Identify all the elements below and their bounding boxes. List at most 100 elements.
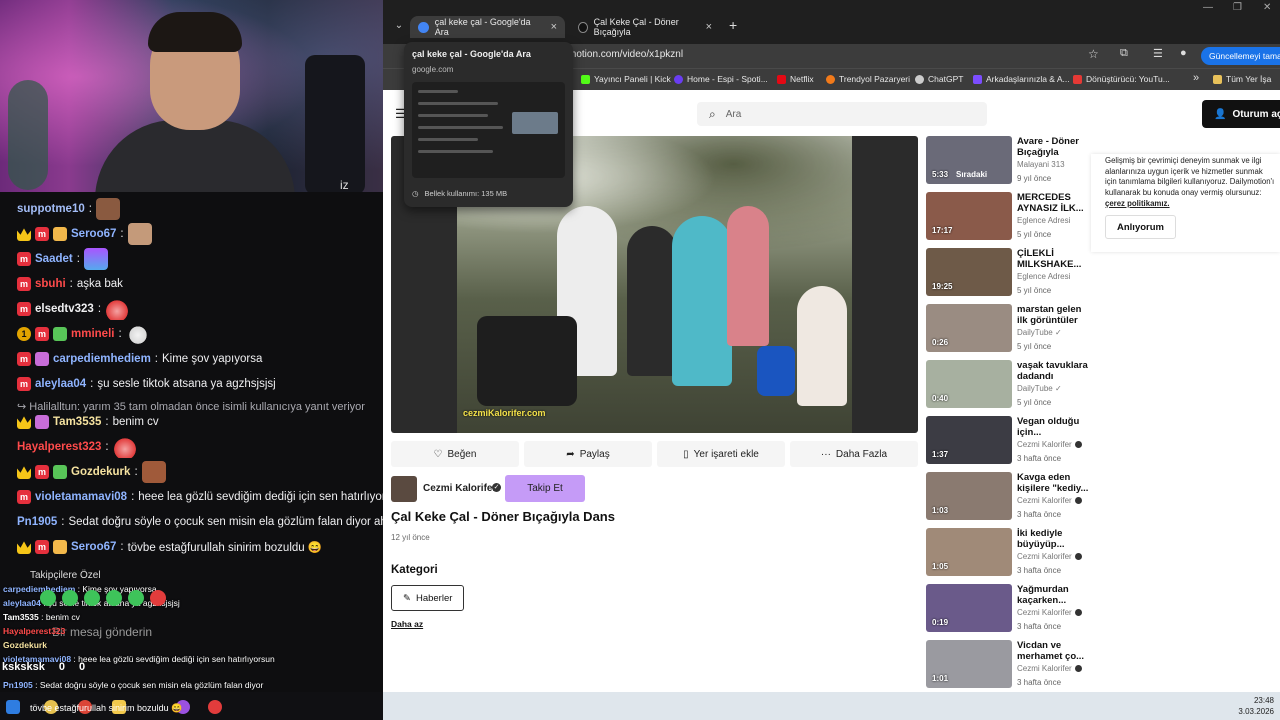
chat-username[interactable]: aleylaa04 — [35, 378, 86, 390]
new-tab-icon[interactable]: + — [729, 17, 737, 33]
related-video-item[interactable]: 0:26 marstan gelen ilk görüntüler DailyTub… — [926, 304, 1091, 354]
chat-username[interactable]: suppotme10 — [17, 203, 85, 215]
bookmark-converter[interactable]: Dönüştürücü: YouTu... — [1073, 74, 1170, 84]
related-video-item[interactable]: 1:37 Vegan olduğu için... Cezmi Kalorifer 3… — [926, 416, 1091, 466]
all-bookmarks[interactable]: Tüm Yer İşa — [1213, 74, 1271, 84]
video-duration: 1:37 — [932, 450, 949, 459]
show-less-link[interactable]: Daha az — [391, 619, 423, 629]
more-button[interactable]: ··· Daha Fazla — [790, 441, 918, 467]
chat-username[interactable]: Gozdekurk — [71, 466, 130, 478]
related-video-title[interactable]: ÇİLEKLİ MILKSHAKE... — [1017, 248, 1089, 270]
reading-list-icon[interactable]: ☰ — [1153, 47, 1163, 60]
preview-image — [512, 112, 558, 134]
bookmark-chatgpt[interactable]: ChatGPT — [915, 74, 963, 84]
related-video-title[interactable]: vaşak tavuklara dadandı — [1017, 360, 1089, 382]
related-video-thumbnail[interactable]: 19:25 — [926, 248, 1012, 296]
chat-username[interactable]: Hayalperest323 — [17, 441, 101, 453]
hover-card-domain: google.com — [412, 65, 454, 74]
related-video-thumbnail[interactable]: 5:33 Sıradaki — [926, 136, 1012, 184]
channel-avatar[interactable] — [391, 476, 417, 502]
related-video-title[interactable]: Yağmurdan kaçarken... — [1017, 584, 1089, 606]
search-input[interactable]: ⌕ Ara — [697, 102, 987, 126]
chat-username[interactable]: mmineli — [71, 328, 114, 340]
bookmark-kick[interactable]: Yayıncı Paneli | Kick — [581, 74, 671, 84]
chat-username[interactable]: Seroo67 — [71, 228, 116, 240]
url-field[interactable]: motion.com/video/x1pkznl — [568, 49, 683, 60]
more-icon: ··· — [820, 448, 831, 460]
close-window-icon[interactable]: ✕ — [1263, 2, 1271, 13]
related-video-channel[interactable]: Eglence Adresi — [1017, 216, 1070, 225]
related-video-title[interactable]: İki kediyle büyüyüp... — [1017, 528, 1089, 550]
chat-message-input[interactable]: Bir mesaj gönderin — [52, 625, 152, 639]
related-video-item[interactable]: 17:17 MERCEDES AYNASIZ İLK... Eglence Adre… — [926, 192, 1091, 242]
maximize-icon[interactable]: ❐ — [1233, 2, 1242, 13]
related-video-title[interactable]: Vegan olduğu için... — [1017, 416, 1089, 438]
bookmark-trendyol[interactable]: Trendyol Pazaryeri — [826, 74, 910, 84]
chat-username[interactable]: Saadet — [35, 253, 73, 265]
follow-button[interactable]: Takip Et — [505, 475, 585, 502]
cookie-accept-button[interactable]: Anlıyorum — [1105, 215, 1176, 239]
related-video-item[interactable]: 1:05 İki kediyle büyüyüp... Cezmi Kalorife… — [926, 528, 1091, 578]
related-video-channel[interactable]: Malayani 313 — [1017, 160, 1065, 169]
bookmark-button[interactable]: ▯ Yer işareti ekle — [657, 441, 785, 467]
related-video-title[interactable]: Avare - Döner Bıçağıyla Dans... — [1017, 136, 1089, 158]
share-button[interactable]: ➦ Paylaş — [524, 441, 652, 467]
related-video-thumbnail[interactable]: 17:17 — [926, 192, 1012, 240]
chat-username[interactable]: Seroo67 — [71, 541, 116, 553]
category-chip[interactable]: ✎ Haberler — [391, 585, 465, 611]
chat-username[interactable]: elsedtv323 — [35, 303, 94, 315]
chat-username[interactable]: Tam3535 — [53, 416, 101, 428]
related-video-title[interactable]: marstan gelen ilk görüntüler — [1017, 304, 1089, 326]
chat-username[interactable]: sbuhi — [35, 278, 66, 290]
related-video-item[interactable]: 1:03 Kavga eden kişilere "kediy... Cezmi K… — [926, 472, 1091, 522]
related-video-channel[interactable]: Cezmi Kalorifer — [1017, 664, 1082, 673]
bookmark-netflix[interactable]: Netflix — [777, 74, 814, 84]
related-video-title[interactable]: Vicdan ve merhamet ço... — [1017, 640, 1089, 662]
related-video-thumbnail[interactable]: 0:19 — [926, 584, 1012, 632]
chevron-down-icon[interactable]: ⌄ — [390, 17, 408, 35]
related-video-title[interactable]: Kavga eden kişilere "kediy... — [1017, 472, 1089, 494]
tab-dailymotion-video[interactable]: Çal Keke Çal - Döner Bıçağıyla × — [570, 16, 720, 38]
related-video-thumbnail[interactable]: 1:37 — [926, 416, 1012, 464]
related-video-item[interactable]: 0:19 Yağmurdan kaçarken... Cezmi Kalorifer… — [926, 584, 1091, 634]
related-video-thumbnail[interactable]: 0:40 — [926, 360, 1012, 408]
related-video-channel[interactable]: Cezmi Kalorifer — [1017, 440, 1082, 449]
chat-username[interactable]: Pn1905 — [17, 516, 57, 528]
tab-google-search[interactable]: çal keke çal - Google'da Ara × — [410, 16, 565, 38]
related-video-item[interactable]: 5:33 Sıradaki Avare - Döner Bıçağıyla Dans… — [926, 136, 1091, 186]
minimize-icon[interactable]: — — [1203, 2, 1213, 13]
chat-username[interactable]: carpediemhediem — [53, 353, 151, 365]
related-video-channel[interactable]: Eglence Adresi — [1017, 272, 1070, 281]
extensions-icon[interactable]: ⧉ — [1120, 47, 1128, 60]
related-video-thumbnail[interactable]: 0:26 — [926, 304, 1012, 352]
related-video-channel[interactable]: DailyTube ✓ — [1017, 328, 1062, 337]
related-video-item[interactable]: 19:25 ÇİLEKLİ MILKSHAKE... Eglence Adresi 5… — [926, 248, 1091, 298]
app-icon[interactable] — [208, 700, 222, 714]
related-video-channel[interactable]: DailyTube ✓ — [1017, 384, 1062, 393]
related-video-channel[interactable]: Cezmi Kalorifer — [1017, 552, 1082, 561]
cookie-policy-link[interactable]: çerez politikamız. — [1105, 199, 1170, 208]
related-video-item[interactable]: 1:01 Vicdan ve merhamet ço... Cezmi Kalori… — [926, 640, 1091, 690]
start-icon[interactable] — [6, 700, 20, 714]
star-icon[interactable]: ☆ — [1088, 47, 1099, 61]
login-button[interactable]: 👤 Oturum açın — [1202, 100, 1280, 128]
related-video-item[interactable]: 0:40 vaşak tavuklara dadandı DailyTube ✓ 5 … — [926, 360, 1091, 410]
related-video-thumbnail[interactable]: 1:03 — [926, 472, 1012, 520]
related-video-channel[interactable]: Cezmi Kalorifer — [1017, 496, 1082, 505]
update-button[interactable]: Güncellemeyi tamamla — [1201, 47, 1280, 65]
bookmark-spotify[interactable]: Home - Espi - Spoti... — [674, 74, 768, 84]
clock[interactable]: 23:48 3.03.2026 — [1212, 695, 1274, 717]
related-video-title[interactable]: MERCEDES AYNASIZ İLK... — [1017, 192, 1089, 214]
mod-badge-icon: m — [35, 327, 49, 341]
related-video-thumbnail[interactable]: 1:05 — [926, 528, 1012, 576]
related-video-thumbnail[interactable]: 1:01 — [926, 640, 1012, 688]
more-bookmarks-icon[interactable]: » — [1193, 72, 1199, 84]
close-icon[interactable]: × — [706, 21, 712, 33]
channel-name[interactable]: Cezmi Kalorifer — [423, 483, 496, 494]
bookmark-discord[interactable]: Arkadaşlarınızla & A... — [973, 74, 1070, 84]
like-button[interactable]: ♡ Beğen — [391, 441, 519, 467]
profile-icon[interactable]: ● — [1180, 47, 1187, 59]
related-video-channel[interactable]: Cezmi Kalorifer — [1017, 608, 1082, 617]
close-icon[interactable]: × — [551, 21, 557, 33]
chat-username[interactable]: violetamamavi08 — [35, 491, 127, 503]
